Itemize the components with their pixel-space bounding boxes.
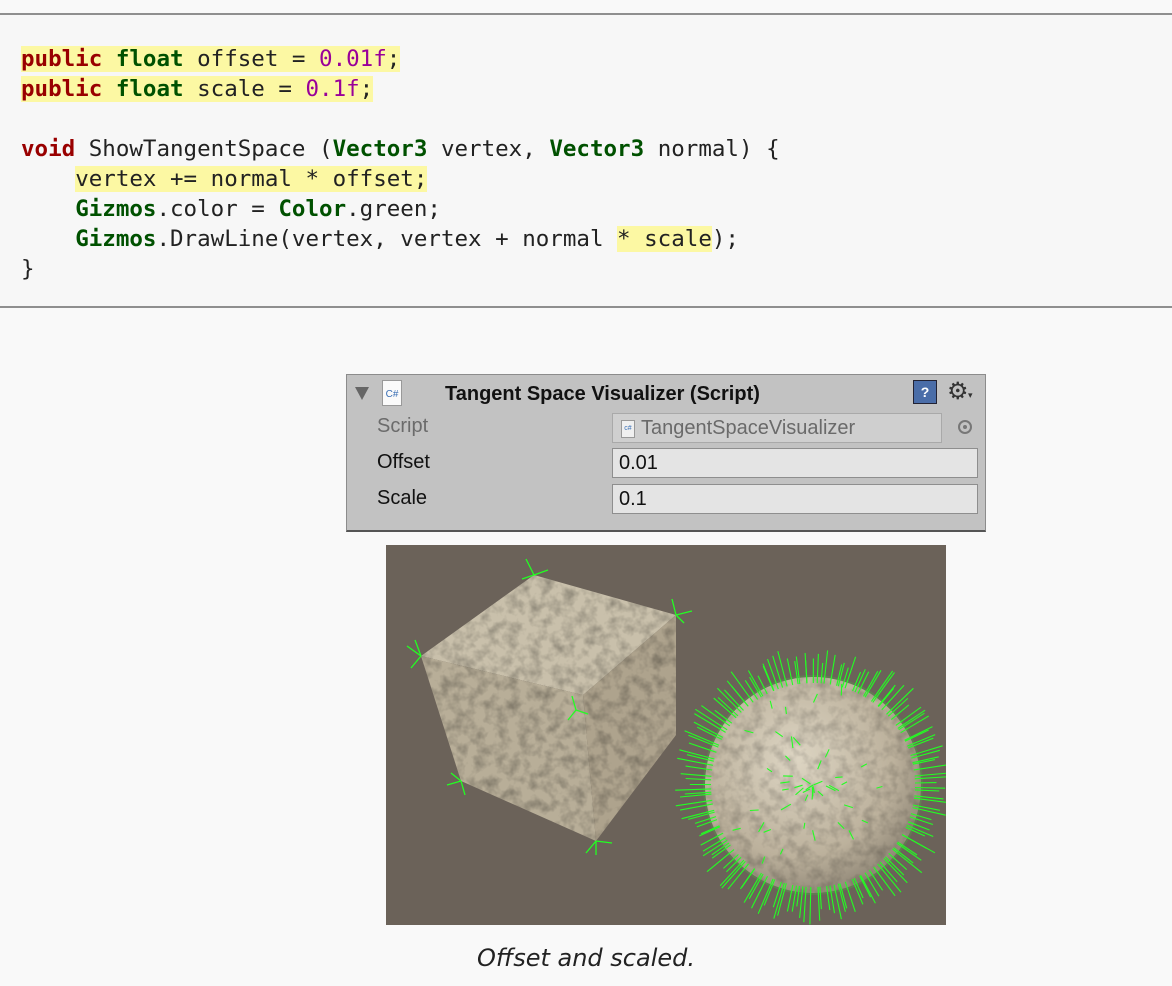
script-label: Script [377, 415, 429, 437]
code-token: ); [711, 226, 739, 252]
code-token: Color [278, 196, 347, 222]
code-token: ShowTangentSpace ( [75, 136, 333, 162]
code-token [102, 46, 116, 72]
code-token: Vector3 [332, 136, 428, 162]
gear-icon[interactable]: ⚙ [947, 377, 969, 406]
inspector-panel: C# Tangent Space Visualizer (Script) ? ⚙… [346, 374, 986, 532]
gizmo-line [723, 689, 744, 711]
object-picker-icon[interactable] [958, 420, 972, 434]
code-token: float [115, 76, 184, 102]
code-token: Gizmos [75, 196, 157, 222]
gizmo-line [896, 842, 922, 861]
gizmo-line [719, 859, 745, 887]
code-line: void ShowTangentSpace (Vector3 vertex, V… [21, 134, 780, 164]
gizmo-line [885, 856, 905, 876]
code-token: public [21, 76, 103, 102]
scale-label: Scale [377, 487, 428, 509]
code-token: vertex += normal * offset; [75, 166, 428, 192]
help-book-icon[interactable]: ? [913, 380, 937, 404]
code-token: .DrawLine(vertex, vertex + normal [156, 226, 618, 252]
gizmo-line [743, 872, 762, 903]
code-line: vertex += normal * offset; [21, 164, 780, 194]
csharp-script-icon: c# [621, 419, 635, 438]
code-token: .color = [156, 196, 279, 222]
gizmo-line [811, 790, 814, 800]
code-token: ; [359, 76, 374, 102]
code-token: Gizmos [75, 226, 157, 252]
gizmo-line [713, 697, 737, 719]
code-line: } [21, 254, 780, 284]
foldout-triangle-icon[interactable] [355, 387, 369, 400]
code-token: scale = [183, 76, 306, 102]
code-token: .green; [346, 196, 441, 222]
code-token: ; [386, 46, 401, 72]
csharp-script-icon: C# [382, 380, 402, 406]
code-token: vertex, [427, 136, 550, 162]
figure-caption: Offset and scaled. [476, 944, 695, 972]
scene-view-image [386, 545, 946, 925]
offset-label: Offset [377, 451, 430, 473]
gizmo-line [870, 670, 894, 702]
code-line: Gizmos.color = Color.green; [21, 194, 780, 224]
script-object-field[interactable]: c# TangentSpaceVisualizer [612, 413, 942, 443]
code-token: 0.01f [319, 46, 387, 72]
inspector-header[interactable]: C# Tangent Space Visualizer (Script) ? ⚙… [347, 375, 985, 411]
code-line: public float scale = 0.1f; [21, 74, 780, 104]
gizmo-line [749, 809, 759, 812]
component-title: Tangent Space Visualizer (Script) [445, 383, 760, 405]
code-token: Vector3 [549, 136, 645, 162]
code-block: public float offset = 0.01f; public float… [0, 13, 1172, 308]
code-token: void [21, 136, 76, 162]
code-token: } [21, 256, 35, 282]
cube [421, 575, 676, 841]
code-token: normal) { [644, 136, 780, 162]
code-line: public float offset = 0.01f; [21, 44, 780, 74]
code-token: float [115, 46, 184, 72]
offset-field[interactable]: 0.01 [612, 448, 978, 478]
scale-field[interactable]: 0.1 [612, 484, 978, 514]
gizmo-line [914, 786, 946, 789]
code-listing: public float offset = 0.01f; public float… [21, 44, 780, 284]
gizmo-line [835, 776, 843, 779]
code-token [102, 76, 116, 102]
gizmo-line [872, 672, 895, 703]
scene-render [406, 558, 946, 925]
code-token: 0.1f [305, 76, 360, 102]
gizmo-line [694, 713, 726, 733]
code-token: public [21, 46, 103, 72]
script-value: TangentSpaceVisualizer [641, 417, 856, 439]
code-token: offset = [183, 46, 320, 72]
code-line: Gizmos.DrawLine(vertex, vertex + normal … [21, 224, 780, 254]
gear-dropdown-caret-icon[interactable]: ▾ [968, 390, 973, 401]
code-token: * scale [617, 226, 712, 252]
